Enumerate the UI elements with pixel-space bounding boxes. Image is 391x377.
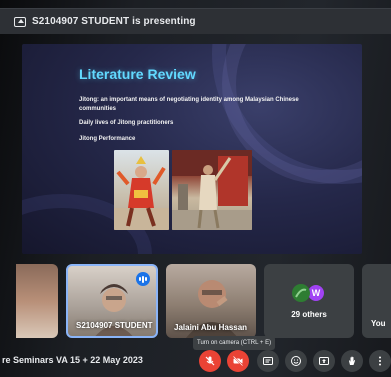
self-tile[interactable]: You	[362, 264, 391, 338]
avatar	[292, 284, 310, 302]
raise-hand-button[interactable]	[341, 350, 363, 372]
others-tile[interactable]: W 29 others	[264, 264, 354, 338]
meeting-title: re Seminars VA 15 + 22 May 2023	[2, 355, 143, 365]
slide-bullet-1: Jitong: an important means of negotiatin…	[79, 97, 299, 112]
self-label: You	[371, 319, 386, 328]
meet-screen: S2104907 STUDENT is presenting Literatur…	[0, 0, 391, 377]
more-vert-icon	[379, 356, 381, 366]
hand-icon	[349, 356, 356, 365]
presenting-banner-text: S2104907 STUDENT is presenting	[32, 16, 196, 27]
closed-caption-icon	[263, 357, 273, 365]
control-bar: re Seminars VA 15 + 22 May 2023	[0, 348, 391, 377]
others-count: 29 others	[291, 310, 327, 319]
videocam-off-icon	[232, 355, 244, 367]
microphone-button[interactable]	[199, 350, 221, 372]
shared-slide: Literature Review Jitong: an important m…	[22, 44, 362, 254]
slide-photo-temple	[172, 150, 252, 230]
participant-tile-speaking[interactable]: S2104907 STUDENT	[66, 264, 158, 338]
present-now-button[interactable]	[313, 350, 335, 372]
participant-tile[interactable]: Jalaini Abu Hassan	[166, 264, 256, 338]
slide-bullet-2: Daily lives of Jitong practitioners	[79, 120, 174, 126]
participant-tile[interactable]	[16, 264, 58, 338]
participant-name: S2104907 STUDENT	[76, 321, 153, 330]
captions-button[interactable]	[257, 350, 279, 372]
presenting-banner: S2104907 STUDENT is presenting	[0, 8, 391, 34]
present-to-all-icon	[319, 357, 329, 365]
reactions-button[interactable]	[285, 350, 307, 372]
participant-name: Jalaini Abu Hassan	[174, 323, 248, 332]
present-to-all-icon	[14, 16, 26, 27]
emoji-icon	[291, 356, 301, 366]
slide-title: Literature Review	[79, 66, 196, 82]
mic-off-icon	[205, 356, 215, 366]
participant-strip: S2104907 STUDENT Jalaini Abu Hassan W 29…	[0, 264, 391, 338]
slide-photo-performer	[114, 150, 169, 230]
others-avatars: W	[292, 284, 325, 302]
more-options-button[interactable]	[369, 350, 391, 372]
slide-bullet-3: Jitong Performance	[79, 136, 136, 142]
speaking-indicator-icon	[136, 272, 150, 286]
camera-button[interactable]	[227, 350, 249, 372]
